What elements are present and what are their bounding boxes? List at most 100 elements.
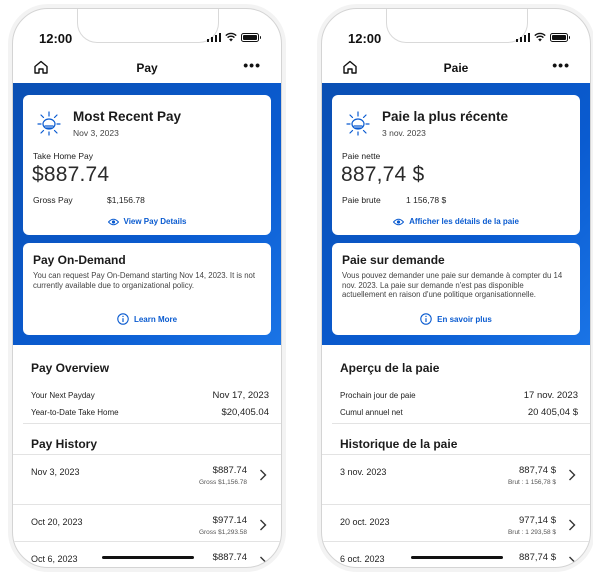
eye-icon	[107, 218, 119, 225]
signal-icon	[515, 32, 530, 42]
pay-history-date: 20 oct. 2023	[340, 517, 390, 527]
more-icon[interactable]: •••	[243, 57, 261, 73]
battery-icon	[241, 32, 261, 42]
more-icon[interactable]: •••	[552, 57, 570, 73]
pay-history-row[interactable]: Oct 6, 2023 $887.74	[13, 541, 281, 567]
learn-more-label: Learn More	[133, 314, 178, 324]
most-recent-pay-card: Most Recent Pay Nov 3, 2023 Take Home Pa…	[23, 95, 271, 235]
pay-history-date: Oct 20, 2023	[31, 517, 83, 527]
most-recent-pay-card: Paie la plus récente 3 nov. 2023 Paie ne…	[332, 95, 580, 235]
most-recent-pay-title: Most Recent Pay	[73, 109, 182, 124]
most-recent-pay-date: Nov 3, 2023	[73, 128, 119, 138]
wifi-icon	[534, 32, 546, 42]
pay-history-date: 3 nov. 2023	[340, 467, 387, 477]
learn-more-link[interactable]: Learn More	[23, 313, 271, 325]
next-payday-label: Your Next Payday	[31, 391, 95, 400]
pay-history-amount: 977,14 $	[519, 515, 556, 526]
ytd-take-home-value: $20,405.04	[221, 407, 269, 418]
chevron-right-icon	[569, 519, 576, 531]
nav-bar: Pay •••	[13, 53, 281, 83]
view-pay-details-link[interactable]: View Pay Details	[23, 217, 271, 226]
pay-history-gross: Gross $1,156.78	[198, 479, 247, 486]
phone-screen-french: 12:00 Paie ••• Paie la plus récente 3 no…	[321, 8, 591, 568]
home-icon[interactable]	[342, 59, 358, 75]
next-payday-row: Prochain jour de paie 17 nov. 2023	[340, 390, 578, 401]
pay-history-amount: 887,74 $	[519, 552, 556, 563]
pay-history-date: Nov 3, 2023	[31, 467, 80, 477]
sun-icon	[37, 111, 61, 136]
wifi-icon	[225, 32, 237, 42]
pay-history-amount: $887.74	[212, 465, 247, 476]
phone-screen-english: 12:00 Pay ••• Most Recent Pay Nov 3, 202…	[12, 8, 282, 568]
notch	[77, 9, 219, 43]
nav-bar: Paie •••	[322, 53, 590, 83]
status-time: 12:00	[39, 31, 73, 46]
home-icon[interactable]	[33, 59, 49, 75]
ytd-take-home-row: Year-to-Date Take Home $20,405.04	[31, 407, 269, 418]
pay-history-amount: $977.14	[212, 515, 247, 526]
info-icon	[420, 313, 432, 325]
take-home-pay-amount: 887,74 $	[341, 163, 425, 186]
pay-history-gross: Brut : 1 156,78 $	[507, 479, 556, 486]
most-recent-pay-date: 3 nov. 2023	[382, 128, 426, 138]
ytd-take-home-label: Year-to-Date Take Home	[31, 408, 119, 417]
next-payday-label: Prochain jour de paie	[340, 391, 416, 400]
pay-history-row[interactable]: 6 oct. 2023 887,74 $	[322, 541, 590, 567]
pay-history-amount: 887,74 $	[519, 465, 556, 476]
info-icon	[117, 313, 129, 325]
notch	[386, 9, 528, 43]
pay-overview-title: Pay Overview	[31, 361, 110, 375]
pay-history-gross: Brut : 1 293,58 $	[507, 529, 556, 536]
pay-on-demand-title: Paie sur demande	[342, 253, 445, 267]
pay-on-demand-text: Vous pouvez demander une paie sur demand…	[342, 271, 563, 300]
view-pay-details-link[interactable]: Afficher les détails de la paie	[332, 217, 580, 226]
chevron-right-icon	[569, 556, 576, 567]
next-payday-value: 17 nov. 2023	[523, 390, 578, 401]
next-payday-row: Your Next Payday Nov 17, 2023	[31, 390, 269, 401]
learn-more-label: En savoir plus	[437, 314, 492, 324]
chevron-right-icon	[260, 519, 267, 531]
pay-history-gross: Gross $1,293.58	[198, 529, 247, 536]
nav-title: Paie	[443, 61, 469, 75]
pay-on-demand-card: Paie sur demande Vous pouvez demander un…	[332, 243, 580, 335]
pay-history-date: 6 oct. 2023	[340, 554, 385, 564]
divider	[332, 423, 590, 424]
home-indicator[interactable]	[411, 556, 503, 559]
pay-history-title: Pay History	[31, 437, 98, 451]
pay-history-title: Historique de la paie	[340, 437, 458, 451]
view-pay-details-label: View Pay Details	[123, 217, 187, 226]
pay-on-demand-card: Pay On-Demand You can request Pay On-Dem…	[23, 243, 271, 335]
ytd-take-home-value: 20 405,04 $	[527, 407, 578, 418]
most-recent-pay-title: Paie la plus récente	[382, 109, 509, 124]
pay-on-demand-title: Pay On-Demand	[33, 253, 126, 267]
view-pay-details-label: Afficher les détails de la paie	[409, 217, 519, 226]
chevron-right-icon	[260, 556, 267, 567]
take-home-pay-label: Paie nette	[342, 151, 381, 161]
status-icons	[515, 32, 570, 42]
ytd-take-home-row: Cumul annuel net 20 405,04 $	[340, 407, 578, 418]
pay-history-amount: $887.74	[212, 552, 247, 563]
pay-on-demand-text: You can request Pay On-Demand starting N…	[33, 271, 256, 290]
pay-history-row[interactable]: 3 nov. 2023 887,74 $ Brut : 1 156,78 $	[322, 454, 590, 504]
chevron-right-icon	[569, 469, 576, 481]
status-bar: 12:00	[13, 9, 281, 49]
gross-pay-amount: 1 156,78 $	[406, 195, 447, 205]
status-icons	[206, 32, 261, 42]
summary-panel: Most Recent Pay Nov 3, 2023 Take Home Pa…	[13, 83, 281, 345]
status-bar: 12:00	[322, 9, 590, 49]
gross-pay-amount: $1,156.78	[107, 195, 145, 205]
ytd-take-home-label: Cumul annuel net	[340, 408, 403, 417]
pay-history-row[interactable]: Nov 3, 2023 $887.74 Gross $1,156.78	[13, 454, 281, 504]
learn-more-link[interactable]: En savoir plus	[332, 313, 580, 325]
next-payday-value: Nov 17, 2023	[212, 390, 269, 401]
take-home-pay-label: Take Home Pay	[33, 151, 93, 161]
signal-icon	[206, 32, 221, 42]
gross-pay-label: Gross Pay	[33, 195, 73, 205]
pay-history-date: Oct 6, 2023	[31, 554, 78, 564]
sun-icon	[346, 111, 370, 136]
chevron-right-icon	[260, 469, 267, 481]
home-indicator[interactable]	[102, 556, 194, 559]
status-time: 12:00	[348, 31, 382, 46]
pay-overview-title: Aperçu de la paie	[340, 361, 440, 375]
divider	[23, 423, 281, 424]
